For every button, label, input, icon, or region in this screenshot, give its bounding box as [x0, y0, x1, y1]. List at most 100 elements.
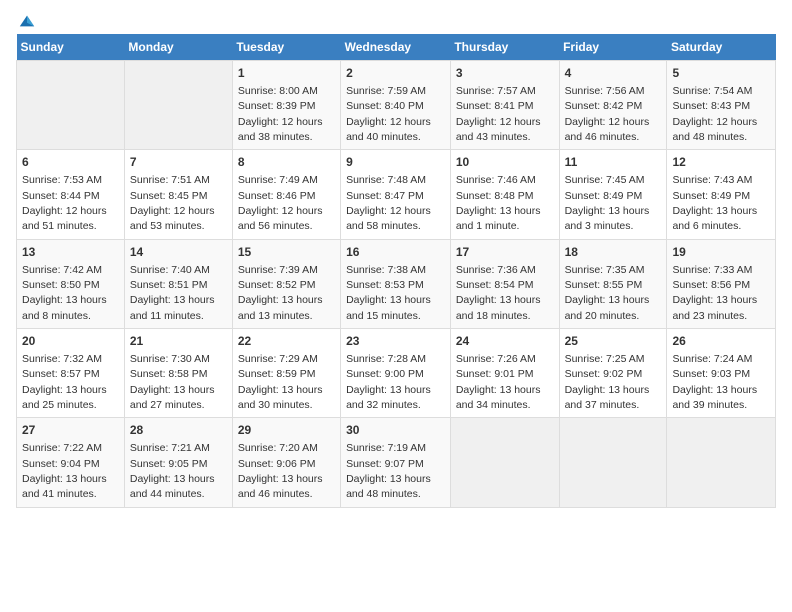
- weekday-header: Saturday: [667, 34, 776, 61]
- day-number: 18: [565, 244, 662, 261]
- day-number: 27: [22, 422, 119, 439]
- day-number: 8: [238, 154, 335, 171]
- calendar-cell: [450, 418, 559, 507]
- day-info: Sunrise: 7:38 AM Sunset: 8:53 PM Dayligh…: [346, 264, 431, 322]
- calendar-table: SundayMondayTuesdayWednesdayThursdayFrid…: [16, 34, 776, 508]
- weekday-header: Thursday: [450, 34, 559, 61]
- calendar-header: SundayMondayTuesdayWednesdayThursdayFrid…: [17, 34, 776, 61]
- day-info: Sunrise: 7:53 AM Sunset: 8:44 PM Dayligh…: [22, 174, 107, 232]
- day-number: 13: [22, 244, 119, 261]
- day-number: 29: [238, 422, 335, 439]
- calendar-cell: 28Sunrise: 7:21 AM Sunset: 9:05 PM Dayli…: [124, 418, 232, 507]
- day-info: Sunrise: 7:49 AM Sunset: 8:46 PM Dayligh…: [238, 174, 323, 232]
- calendar-cell: 9 Sunrise: 7:48 AM Sunset: 8:47 PM Daylig…: [341, 150, 451, 239]
- day-number: 16: [346, 244, 445, 261]
- weekday-header: Friday: [559, 34, 667, 61]
- day-number: 1: [238, 65, 335, 82]
- day-number: 14: [130, 244, 227, 261]
- day-number: 23: [346, 333, 445, 350]
- calendar-cell: 11 Sunrise: 7:45 AM Sunset: 8:49 PM Dayli…: [559, 150, 667, 239]
- calendar-cell: 13 Sunrise: 7:42 AM Sunset: 8:50 PM Dayli…: [17, 239, 125, 328]
- weekday-header: Monday: [124, 34, 232, 61]
- day-number: 7: [130, 154, 227, 171]
- calendar-cell: 6Sunrise: 7:53 AM Sunset: 8:44 PM Daylig…: [17, 150, 125, 239]
- day-info: Sunrise: 7:40 AM Sunset: 8:51 PM Dayligh…: [130, 264, 215, 322]
- day-info: Sunrise: 7:28 AM Sunset: 9:00 PM Dayligh…: [346, 353, 431, 411]
- day-info: Sunrise: 7:20 AM Sunset: 9:06 PM Dayligh…: [238, 442, 323, 500]
- day-info: Sunrise: 7:42 AM Sunset: 8:50 PM Dayligh…: [22, 264, 107, 322]
- day-number: 11: [565, 154, 662, 171]
- calendar-cell: [17, 61, 125, 150]
- day-number: 30: [346, 422, 445, 439]
- day-number: 15: [238, 244, 335, 261]
- calendar-cell: 10Sunrise: 7:46 AM Sunset: 8:48 PM Dayli…: [450, 150, 559, 239]
- calendar-cell: 5Sunrise: 7:54 AM Sunset: 8:43 PM Daylig…: [667, 61, 776, 150]
- day-number: 20: [22, 333, 119, 350]
- day-info: Sunrise: 7:32 AM Sunset: 8:57 PM Dayligh…: [22, 353, 107, 411]
- day-info: Sunrise: 7:45 AM Sunset: 8:49 PM Dayligh…: [565, 174, 650, 232]
- calendar-cell: 3 Sunrise: 7:57 AM Sunset: 8:41 PM Daylig…: [450, 61, 559, 150]
- day-number: 28: [130, 422, 227, 439]
- day-info: Sunrise: 7:51 AM Sunset: 8:45 PM Dayligh…: [130, 174, 215, 232]
- day-info: Sunrise: 7:29 AM Sunset: 8:59 PM Dayligh…: [238, 353, 323, 411]
- day-info: Sunrise: 7:26 AM Sunset: 9:01 PM Dayligh…: [456, 353, 541, 411]
- day-info: Sunrise: 7:59 AM Sunset: 8:40 PM Dayligh…: [346, 85, 431, 143]
- calendar-cell: 8 Sunrise: 7:49 AM Sunset: 8:46 PM Daylig…: [232, 150, 340, 239]
- calendar-week-row: 27Sunrise: 7:22 AM Sunset: 9:04 PM Dayli…: [17, 418, 776, 507]
- day-info: Sunrise: 7:35 AM Sunset: 8:55 PM Dayligh…: [565, 264, 650, 322]
- day-number: 21: [130, 333, 227, 350]
- calendar-cell: 4 Sunrise: 7:56 AM Sunset: 8:42 PM Daylig…: [559, 61, 667, 150]
- calendar-cell: 18 Sunrise: 7:35 AM Sunset: 8:55 PM Dayli…: [559, 239, 667, 328]
- calendar-cell: 7 Sunrise: 7:51 AM Sunset: 8:45 PM Daylig…: [124, 150, 232, 239]
- day-info: Sunrise: 7:24 AM Sunset: 9:03 PM Dayligh…: [672, 353, 757, 411]
- calendar-cell: 27Sunrise: 7:22 AM Sunset: 9:04 PM Dayli…: [17, 418, 125, 507]
- day-number: 25: [565, 333, 662, 350]
- calendar-cell: 17Sunrise: 7:36 AM Sunset: 8:54 PM Dayli…: [450, 239, 559, 328]
- logo: [16, 16, 36, 24]
- day-number: 17: [456, 244, 554, 261]
- day-info: Sunrise: 7:43 AM Sunset: 8:49 PM Dayligh…: [672, 174, 757, 232]
- weekday-row: SundayMondayTuesdayWednesdayThursdayFrid…: [17, 34, 776, 61]
- calendar-cell: 15 Sunrise: 7:39 AM Sunset: 8:52 PM Dayli…: [232, 239, 340, 328]
- calendar-cell: [124, 61, 232, 150]
- calendar-cell: 20 Sunrise: 7:32 AM Sunset: 8:57 PM Dayli…: [17, 329, 125, 418]
- day-number: 2: [346, 65, 445, 82]
- calendar-cell: 29 Sunrise: 7:20 AM Sunset: 9:06 PM Dayli…: [232, 418, 340, 507]
- calendar-cell: 19 Sunrise: 7:33 AM Sunset: 8:56 PM Dayli…: [667, 239, 776, 328]
- calendar-cell: 26Sunrise: 7:24 AM Sunset: 9:03 PM Dayli…: [667, 329, 776, 418]
- calendar-body: 1Sunrise: 8:00 AM Sunset: 8:39 PM Daylig…: [17, 61, 776, 508]
- calendar-week-row: 20 Sunrise: 7:32 AM Sunset: 8:57 PM Dayli…: [17, 329, 776, 418]
- day-info: Sunrise: 7:39 AM Sunset: 8:52 PM Dayligh…: [238, 264, 323, 322]
- day-info: Sunrise: 7:46 AM Sunset: 8:48 PM Dayligh…: [456, 174, 541, 232]
- calendar-cell: 30 Sunrise: 7:19 AM Sunset: 9:07 PM Dayli…: [341, 418, 451, 507]
- calendar-cell: [667, 418, 776, 507]
- day-info: Sunrise: 7:33 AM Sunset: 8:56 PM Dayligh…: [672, 264, 757, 322]
- day-info: Sunrise: 7:48 AM Sunset: 8:47 PM Dayligh…: [346, 174, 431, 232]
- day-number: 4: [565, 65, 662, 82]
- calendar-cell: [559, 418, 667, 507]
- day-info: Sunrise: 7:54 AM Sunset: 8:43 PM Dayligh…: [672, 85, 757, 143]
- day-number: 9: [346, 154, 445, 171]
- calendar-cell: 1Sunrise: 8:00 AM Sunset: 8:39 PM Daylig…: [232, 61, 340, 150]
- calendar-cell: 12Sunrise: 7:43 AM Sunset: 8:49 PM Dayli…: [667, 150, 776, 239]
- day-number: 3: [456, 65, 554, 82]
- calendar-cell: 16 Sunrise: 7:38 AM Sunset: 8:53 PM Dayli…: [341, 239, 451, 328]
- calendar-week-row: 13 Sunrise: 7:42 AM Sunset: 8:50 PM Dayli…: [17, 239, 776, 328]
- logo-icon: [18, 12, 36, 30]
- calendar-cell: 23 Sunrise: 7:28 AM Sunset: 9:00 PM Dayli…: [341, 329, 451, 418]
- day-info: Sunrise: 7:56 AM Sunset: 8:42 PM Dayligh…: [565, 85, 650, 143]
- calendar-cell: 25 Sunrise: 7:25 AM Sunset: 9:02 PM Dayli…: [559, 329, 667, 418]
- calendar-cell: 14 Sunrise: 7:40 AM Sunset: 8:51 PM Dayli…: [124, 239, 232, 328]
- calendar-cell: 21Sunrise: 7:30 AM Sunset: 8:58 PM Dayli…: [124, 329, 232, 418]
- weekday-header: Sunday: [17, 34, 125, 61]
- calendar-cell: 24 Sunrise: 7:26 AM Sunset: 9:01 PM Dayli…: [450, 329, 559, 418]
- day-number: 24: [456, 333, 554, 350]
- day-info: Sunrise: 7:25 AM Sunset: 9:02 PM Dayligh…: [565, 353, 650, 411]
- calendar-cell: 2 Sunrise: 7:59 AM Sunset: 8:40 PM Daylig…: [341, 61, 451, 150]
- weekday-header: Tuesday: [232, 34, 340, 61]
- calendar-cell: 22Sunrise: 7:29 AM Sunset: 8:59 PM Dayli…: [232, 329, 340, 418]
- day-info: Sunrise: 7:57 AM Sunset: 8:41 PM Dayligh…: [456, 85, 541, 143]
- weekday-header: Wednesday: [341, 34, 451, 61]
- day-number: 19: [672, 244, 770, 261]
- day-info: Sunrise: 7:19 AM Sunset: 9:07 PM Dayligh…: [346, 442, 431, 500]
